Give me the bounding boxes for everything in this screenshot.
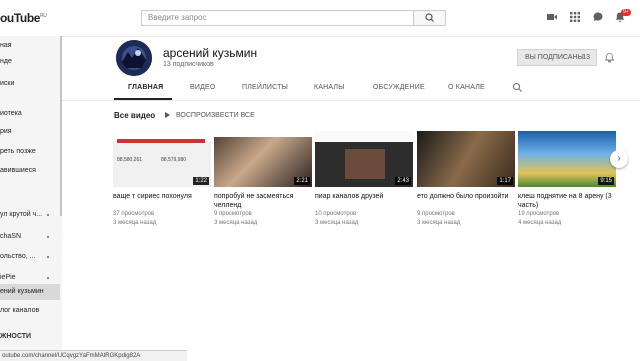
sidebar-section-heading: ЖНОСТИ [0,329,60,345]
top-bar: ouTubeRU Введите запрос 9+ [0,0,640,37]
play-icon [165,112,170,119]
sidebar-item-label: реть позже [0,148,36,155]
video-views: 9 просмотров [214,211,252,217]
channel-avatar[interactable] [116,40,152,76]
video-views: 9 просмотров [417,211,455,217]
logo-region: RU [40,13,47,19]
video-date: 4 месяца назад [518,220,562,226]
video-thumbnail[interactable]: 88,580,261 88,579,980 1:22 [113,131,211,187]
video-views: 19 просмотров [518,211,560,217]
sidebar-item-channel-catalog[interactable]: лог каналов [0,303,60,319]
video-views: 10 просмотров [315,211,357,217]
subscribed-button[interactable]: ВЫ ПОДПИСАНЫ 13 [517,49,597,66]
thumb-decoration [214,131,312,137]
video-views: 37 просмотров [113,211,155,217]
tab-playlists[interactable]: ПЛЕЙЛИСТЫ [242,84,288,91]
search-placeholder: Введите запрос [148,13,207,22]
search-icon [425,13,434,22]
video-title[interactable]: клеш поднятие на 8 арену (3 часть) [518,192,616,210]
new-content-dot [47,277,49,279]
apps-grid-icon[interactable] [569,11,581,23]
subscriber-count: 13 подписчиков [163,61,214,68]
video-duration: 2:21 [294,177,310,185]
channel-search-icon[interactable] [512,82,523,96]
upload-video-icon[interactable] [546,11,558,23]
tab-channels[interactable]: КАНАЛЫ [314,84,345,91]
search-input[interactable]: Введите запрос [141,10,414,26]
sidebar-item-home[interactable]: ная [0,38,60,54]
sidebar-item-current-channel[interactable]: ений кузьмин [0,284,60,300]
sidebar-item-label: иски [0,80,15,87]
channel-notification-bell-icon[interactable] [604,52,615,66]
next-videos-button[interactable]: › [610,150,628,168]
subscribed-count: 13 [582,54,590,61]
video-title[interactable]: пиар каналов друзей [315,192,413,201]
sidebar-item-label: авившиеся [0,167,36,174]
thumb-decoration [117,139,205,143]
video-duration: 1:22 [193,177,209,185]
video-duration: 2:43 [395,177,411,185]
youtube-logo[interactable]: ouTubeRU [0,11,47,25]
video-thumbnail[interactable]: 2:21 [214,131,312,187]
tab-about[interactable]: О КАНАЛЕ [448,84,485,91]
sidebar-item-liked[interactable]: авившиеся [0,163,60,179]
sidebar-item-subscriptions[interactable]: иски [0,76,60,92]
video-thumbnail[interactable]: 2:43 [315,131,413,187]
video-thumbnail[interactable]: 1:17 [417,131,515,187]
sidebar-item-label: ольство, ... [0,253,36,260]
video-date: 3 месяца назад [113,220,157,226]
sidebar-item-label: рия [0,128,12,135]
tab-discussion[interactable]: ОБСУЖДЕНИЕ [373,84,425,91]
sidebar-scrollbar[interactable] [60,36,62,216]
tabs-divider [62,100,640,101]
video-duration: 9:15 [598,177,614,185]
sidebar-item-trending[interactable]: нде [0,54,60,70]
sidebar-item-label: iePie [0,274,16,281]
chevron-right-icon: › [617,153,621,164]
thumb-count-a: 88,580,261 [117,157,143,163]
sidebar-item-history[interactable]: рия [0,124,60,140]
video-thumbnail[interactable]: 9:15 [518,131,616,187]
sidebar-item-label: ная [0,42,12,49]
sidebar-item-label: chaSN [0,233,22,240]
video-date: 3 месяца назад [214,220,258,226]
video-date: 3 месяца назад [315,220,359,226]
play-all-label: ВОСПРОИЗВЕСТИ ВСЕ [176,112,255,119]
browser-status-bar: outube.com/channel/UCqvgzYaFmMAtRGKpdig8… [0,350,187,361]
sidebar-item-subscription[interactable]: ольство, ... [0,249,60,265]
notifications-badge: 9+ [621,9,631,16]
new-content-dot [47,256,49,258]
logo-text: ouTube [0,11,41,25]
video-date: 3 месяца назад [417,220,461,226]
sidebar-item-library[interactable]: иотека [0,106,60,122]
sidebar-item-label: ений кузьмин [0,288,44,295]
sidebar-item-subscription[interactable]: ул крутой ч... [0,207,60,223]
video-title[interactable]: ваще т сириес похонуля [113,192,211,201]
sidebar-heading-label: ЖНОСТИ [0,333,32,340]
search-button[interactable] [414,10,446,26]
sidebar-item-label: лог каналов [0,307,40,314]
tab-home[interactable]: ГЛАВНАЯ [128,84,163,91]
video-duration: 1:17 [497,177,513,185]
sidebar-item-subscription[interactable]: chaSN [0,229,60,245]
sidebar-item-label: иотека [0,110,22,117]
channel-name: арсений кузьмин [163,46,258,60]
thumb-count-b: 88,579,980 [161,157,187,163]
video-title[interactable]: попробуй не засмеяться челленд [214,192,312,210]
new-content-dot [47,214,49,216]
tab-videos[interactable]: ВИДЕО [190,84,216,91]
new-content-dot [47,236,49,238]
section-title: Все видео [114,111,156,120]
video-title[interactable]: ето должно было произойти [417,192,515,201]
thumb-decoration [345,149,385,179]
sidebar: ная нде иски иотека рия реть позже авивш… [0,36,62,352]
subscribed-label: ВЫ ПОДПИСАНЫ [525,54,584,61]
sidebar-item-label: ул крутой ч... [0,211,43,218]
sidebar-item-label: нде [0,58,12,65]
messages-icon[interactable] [592,11,604,23]
play-all-button[interactable]: ВОСПРОИЗВЕСТИ ВСЕ [165,112,255,119]
sidebar-item-watch-later[interactable]: реть позже [0,144,60,160]
